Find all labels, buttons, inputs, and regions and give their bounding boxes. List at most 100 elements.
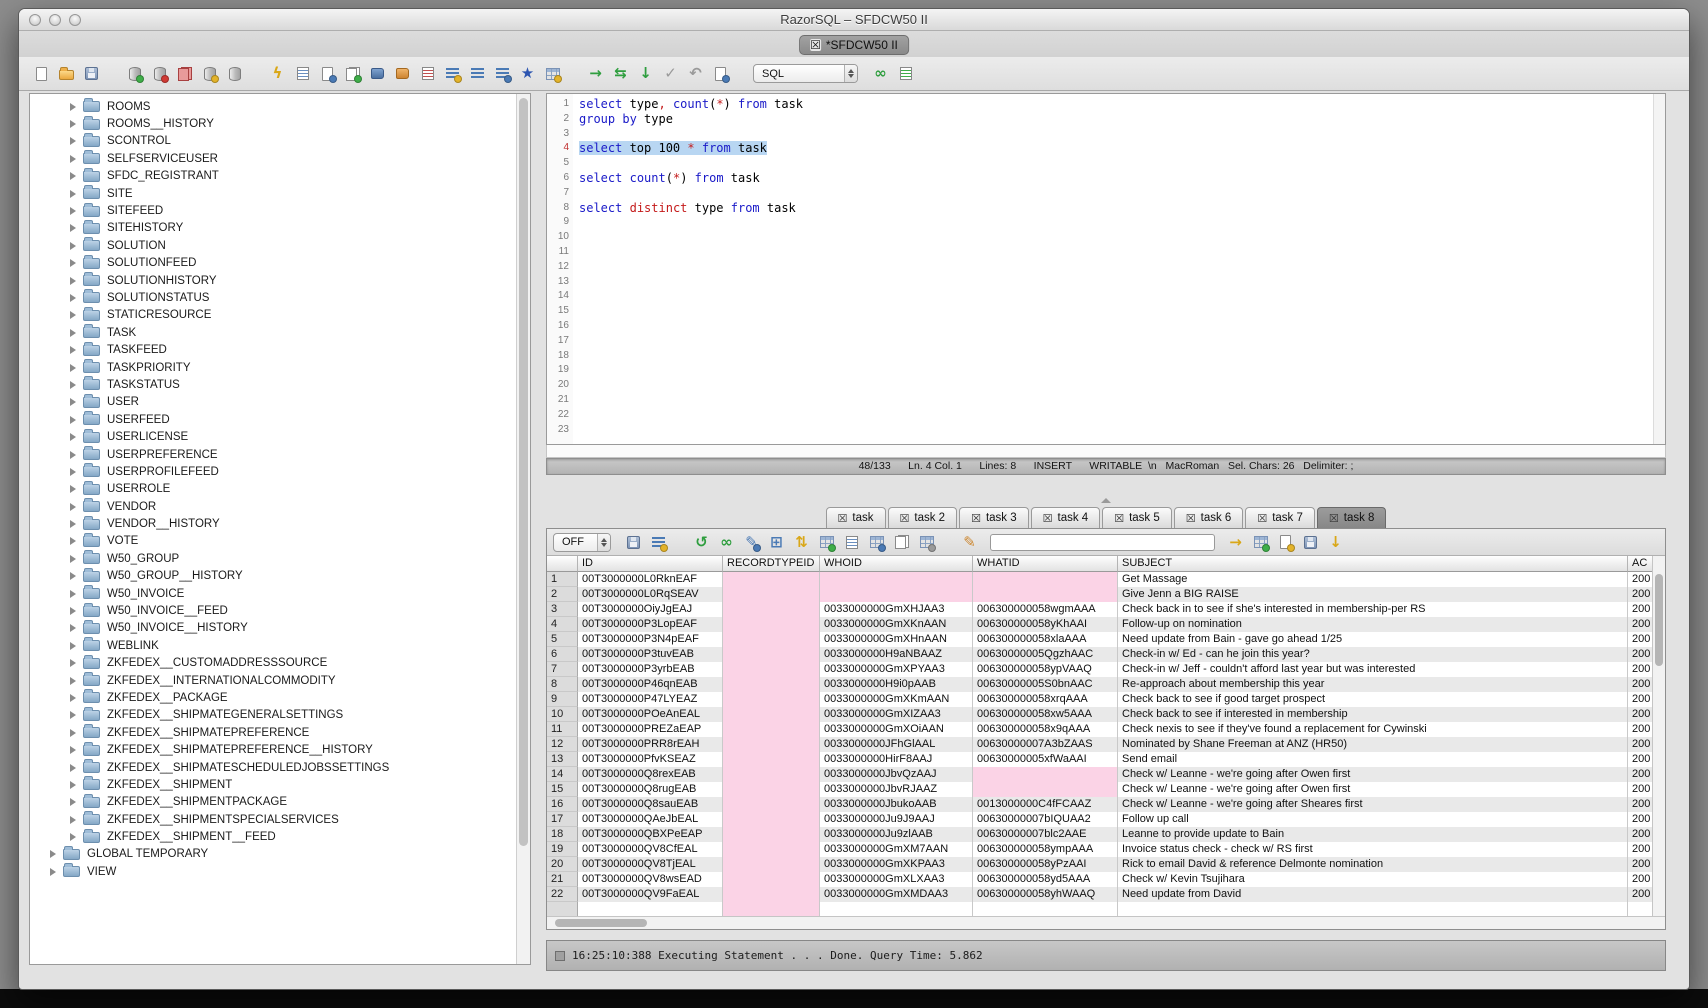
tree-item-solutionfeed[interactable]: SOLUTIONFEED	[30, 255, 516, 272]
table-row[interactable]: 200T3000000L0RqSEAVGive Jenn a BIG RAISE…	[547, 587, 1654, 602]
tree-item-zkfedex-shipment-feed[interactable]: ZKFEDEX__SHIPMENT__FEED	[30, 828, 516, 845]
result-tab-task-4[interactable]: ☒task 4	[1031, 507, 1101, 528]
disclosure-triangle-icon[interactable]	[70, 155, 76, 163]
tree-item-w50-invoice-history[interactable]: W50_INVOICE__HISTORY	[30, 620, 516, 637]
disclosure-triangle-icon[interactable]	[70, 329, 76, 337]
column-header-recordtypeid[interactable]: RECORDTYPEID	[723, 556, 820, 572]
reload-table-icon[interactable]	[816, 532, 837, 553]
sort-lines-icon[interactable]	[442, 63, 463, 84]
column-header-whoid[interactable]: WHOID	[820, 556, 973, 572]
disclosure-triangle-icon[interactable]	[70, 764, 76, 772]
execute-fetch-icon[interactable]: ⇆	[610, 63, 631, 84]
tab-close-icon[interactable]: ☒	[838, 512, 848, 525]
tree-item-w50-invoice-feed[interactable]: W50_INVOICE__FEED	[30, 602, 516, 619]
disclosure-triangle-icon[interactable]	[70, 694, 76, 702]
table-row[interactable]: 400T3000000P3LopEAF0033000000GmXKnAAN006…	[547, 617, 1654, 632]
disclosure-triangle-icon[interactable]	[70, 259, 76, 267]
disclosure-triangle-icon[interactable]	[70, 642, 76, 650]
fetch-down-icon[interactable]: ↓	[635, 63, 656, 84]
table-row[interactable]: 1100T3000000PREZaEAP0033000000GmXOiAAN00…	[547, 722, 1654, 737]
disclosure-triangle-icon[interactable]	[70, 816, 76, 824]
open-file-icon[interactable]	[56, 63, 77, 84]
tree-item-zkfedex-shipmentpackage[interactable]: ZKFEDEX__SHIPMENTPACKAGE	[30, 794, 516, 811]
tree-item-selfserviceuser[interactable]: SELFSERVICEUSER	[30, 150, 516, 167]
disclosure-triangle-icon[interactable]	[70, 729, 76, 737]
save-icon[interactable]	[81, 63, 102, 84]
tree-item-vendor-history[interactable]: VENDOR__HISTORY	[30, 515, 516, 532]
disclosure-triangle-icon[interactable]	[70, 590, 76, 598]
tree-item-weblink[interactable]: WEBLINK	[30, 637, 516, 654]
history-list-icon[interactable]	[417, 63, 438, 84]
disclosure-triangle-icon[interactable]	[70, 242, 76, 250]
execute-all-icon[interactable]: ϟ	[267, 63, 288, 84]
insert-row-icon[interactable]: ⊞	[766, 532, 787, 553]
tree-item-w50-invoice[interactable]: W50_INVOICE	[30, 585, 516, 602]
column-header-rownum[interactable]	[547, 556, 578, 572]
tree-item-zkfedex-shipmatepreference[interactable]: ZKFEDEX__SHIPMATEPREFERENCE	[30, 724, 516, 741]
sort-columns-icon[interactable]: ⇅	[791, 532, 812, 553]
tab-close-icon[interactable]: ☒	[900, 512, 910, 525]
disclosure-triangle-icon[interactable]	[70, 294, 76, 302]
disclosure-triangle-icon[interactable]	[70, 381, 76, 389]
edit-cell-icon[interactable]: ✎	[741, 532, 762, 553]
tree-item-zkfedex-customaddresssource[interactable]: ZKFEDEX__CUSTOMADDRESSSOURCE	[30, 655, 516, 672]
log-icon[interactable]	[710, 63, 731, 84]
tree-item-taskstatus[interactable]: TASKSTATUS	[30, 376, 516, 393]
add-connection-icon[interactable]	[199, 63, 220, 84]
new-file-icon[interactable]	[31, 63, 52, 84]
table-page-icon[interactable]	[866, 532, 887, 553]
tree-item-w50-group[interactable]: W50_GROUP	[30, 550, 516, 567]
disclosure-triangle-icon[interactable]	[70, 451, 76, 459]
save-results-icon[interactable]	[623, 532, 644, 553]
table-row[interactable]: 900T3000000P47LYEAZ0033000000GmXKmAAN006…	[547, 692, 1654, 707]
disclosure-triangle-icon[interactable]	[70, 520, 76, 528]
tree-item-w50-group-history[interactable]: W50_GROUP__HISTORY	[30, 568, 516, 585]
tree-item-sfdc-registrant[interactable]: SFDC_REGISTRANT	[30, 168, 516, 185]
document-tab[interactable]: ☒ *SFDCW50 II	[799, 35, 909, 55]
copy-connection-icon[interactable]	[174, 63, 195, 84]
results-format-icon[interactable]	[895, 63, 916, 84]
tree-item-solutionstatus[interactable]: SOLUTIONSTATUS	[30, 289, 516, 306]
disclosure-triangle-icon[interactable]	[70, 781, 76, 789]
sql-code-area[interactable]: select type, count(*) from taskgroup by …	[573, 94, 1653, 444]
disclosure-triangle-icon[interactable]	[70, 537, 76, 545]
tab-close-icon[interactable]: ☒	[1329, 512, 1339, 525]
reference-book-icon[interactable]	[392, 63, 413, 84]
tree-item-rooms[interactable]: ROOMS	[30, 98, 516, 115]
connect-icon[interactable]	[124, 63, 145, 84]
close-button[interactable]	[29, 14, 41, 26]
table-row[interactable]: 1400T3000000Q8rexEAB0033000000JbvQzAAJCh…	[547, 767, 1654, 782]
tree-item-solutionhistory[interactable]: SOLUTIONHISTORY	[30, 272, 516, 289]
result-tab-task-7[interactable]: ☒task 7	[1245, 507, 1315, 528]
disclosure-triangle-icon[interactable]	[70, 485, 76, 493]
result-tab-task-2[interactable]: ☒task 2	[888, 507, 958, 528]
titlebar[interactable]: RazorSQL – SFDCW50 II	[19, 9, 1689, 31]
status-stop-icon[interactable]	[555, 951, 565, 961]
disclosure-triangle-icon[interactable]	[70, 607, 76, 615]
tree-item-zkfedex-shipment[interactable]: ZKFEDEX__SHIPMENT	[30, 776, 516, 793]
disclosure-triangle-icon[interactable]	[70, 555, 76, 563]
tab-close-icon[interactable]: ☒	[810, 39, 821, 51]
disclosure-triangle-icon[interactable]	[50, 850, 56, 858]
results-search-input[interactable]	[990, 534, 1215, 551]
rollback-icon[interactable]: ↶	[685, 63, 706, 84]
refresh-sql-icon[interactable]	[342, 63, 363, 84]
tree-item-view[interactable]: VIEW	[30, 863, 516, 880]
table-row[interactable]: 600T3000000P3tuvEAB0033000000H9aNBAAZ006…	[547, 647, 1654, 662]
table-row[interactable]: 1700T3000000QAeJbEAL0033000000Ju9J9AAJ00…	[547, 812, 1654, 827]
table-row[interactable]: 1600T3000000Q8sauEAB0033000000JbukoAAB00…	[547, 797, 1654, 812]
disclosure-triangle-icon[interactable]	[70, 416, 76, 424]
table-row[interactable]: 1900T3000000QV8CfEAL0033000000GmXM7AAN00…	[547, 842, 1654, 857]
table-row[interactable]: 2100T3000000QV8wsEAD0033000000GmXLXAA300…	[547, 872, 1654, 887]
tree-item-zkfedex-shipmentspecialservices[interactable]: ZKFEDEX__SHIPMENTSPECIALSERVICES	[30, 811, 516, 828]
table-row[interactable]: 1500T3000000Q8rugEAB0033000000JbvRJAAZCh…	[547, 782, 1654, 797]
grid-hscrollbar[interactable]	[547, 916, 1665, 929]
result-tab-task-5[interactable]: ☒task 5	[1102, 507, 1172, 528]
tree-item-vendor[interactable]: VENDOR	[30, 498, 516, 515]
result-tab-task-3[interactable]: ☒task 3	[959, 507, 1029, 528]
disclosure-triangle-icon[interactable]	[70, 207, 76, 215]
tree-item-rooms-history[interactable]: ROOMS__HISTORY	[30, 115, 516, 132]
execute-icon[interactable]: →	[585, 63, 606, 84]
disclosure-triangle-icon[interactable]	[70, 103, 76, 111]
save-grid-icon[interactable]	[1300, 532, 1321, 553]
